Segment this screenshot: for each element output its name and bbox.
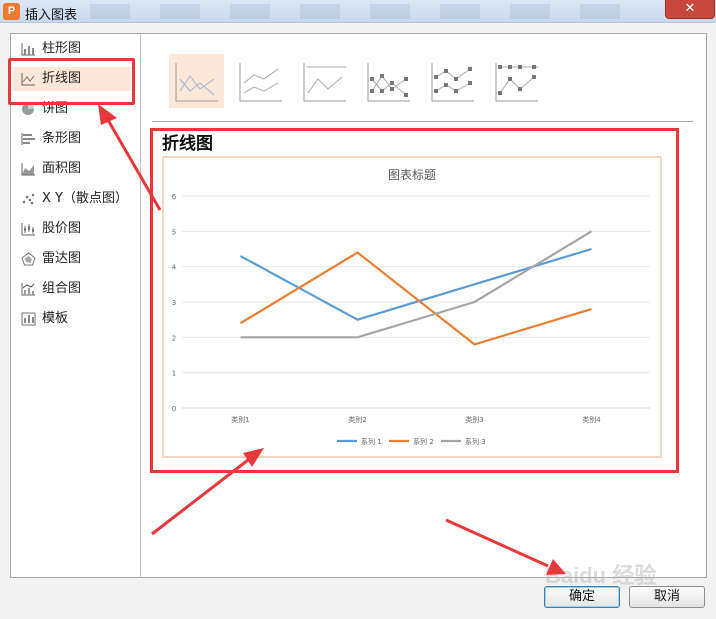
- stacked-line-icon: [239, 63, 282, 102]
- sidebar-item-combo[interactable]: 组合图: [11, 277, 141, 301]
- percent-stacked-line-with-markers-icon: [495, 63, 538, 102]
- area-chart-icon: [21, 163, 35, 176]
- scatter-chart-icon: [22, 193, 35, 205]
- subtype-line[interactable]: [169, 54, 224, 108]
- sidebar-item-label: 模板: [42, 311, 69, 326]
- watermark: Baidu 经验: [545, 563, 657, 588]
- sidebar-item-scatter[interactable]: X Y（散点图）: [11, 187, 141, 211]
- stock-chart-icon: [21, 223, 35, 236]
- radar-chart-icon: [21, 252, 36, 266]
- sidebar-highlight-box: [8, 58, 135, 105]
- chart-type-sidebar: 柱形图 折线图 饼图 条形图 面积图 X Y（散点图） 股价图 雷达图 组合图 …: [11, 34, 141, 577]
- sidebar-item-label: 雷达图: [42, 251, 82, 266]
- percent-stacked-line-icon: [303, 63, 346, 102]
- sidebar-item-bar[interactable]: 条形图: [11, 127, 141, 151]
- sidebar-item-area[interactable]: 面积图: [11, 157, 141, 181]
- close-button[interactable]: ✕: [665, 0, 715, 19]
- app-icon: P: [3, 3, 20, 20]
- subtype-stacked-line-with-markers[interactable]: [425, 54, 480, 108]
- template-icon: [21, 312, 36, 326]
- subtype-line-with-markers[interactable]: [361, 54, 416, 108]
- sidebar-item-label: 条形图: [42, 131, 82, 146]
- sidebar-item-template[interactable]: 模板: [11, 307, 141, 331]
- subtype-percent-stacked-line[interactable]: [297, 54, 352, 108]
- sidebar-item-stock[interactable]: 股价图: [11, 217, 141, 241]
- gallery-separator: [152, 121, 693, 122]
- title-bar: P 插入图表 ✕: [0, 0, 716, 23]
- line-icon: [175, 63, 218, 102]
- sidebar-item-label: 柱形图: [42, 41, 82, 56]
- stacked-line-with-markers-icon: [431, 63, 474, 102]
- sidebar-item-radar[interactable]: 雷达图: [11, 247, 141, 271]
- subtype-percent-stacked-line-with-markers[interactable]: [489, 54, 544, 108]
- combo-chart-icon: [21, 283, 35, 296]
- line-with-markers-icon: [367, 63, 410, 102]
- preview-highlight-box: [150, 128, 679, 473]
- background-toolbar: [90, 4, 650, 19]
- sidebar-item-label: 组合图: [42, 281, 82, 296]
- column-chart-icon: [21, 43, 35, 56]
- sidebar-item-label: X Y（散点图）: [42, 191, 128, 206]
- dialog-title: 插入图表: [25, 8, 78, 23]
- bar-chart-icon: [21, 133, 35, 145]
- sidebar-item-label: 股价图: [42, 221, 82, 236]
- subtype-stacked-line[interactable]: [233, 54, 288, 108]
- sidebar-item-label: 面积图: [42, 161, 82, 176]
